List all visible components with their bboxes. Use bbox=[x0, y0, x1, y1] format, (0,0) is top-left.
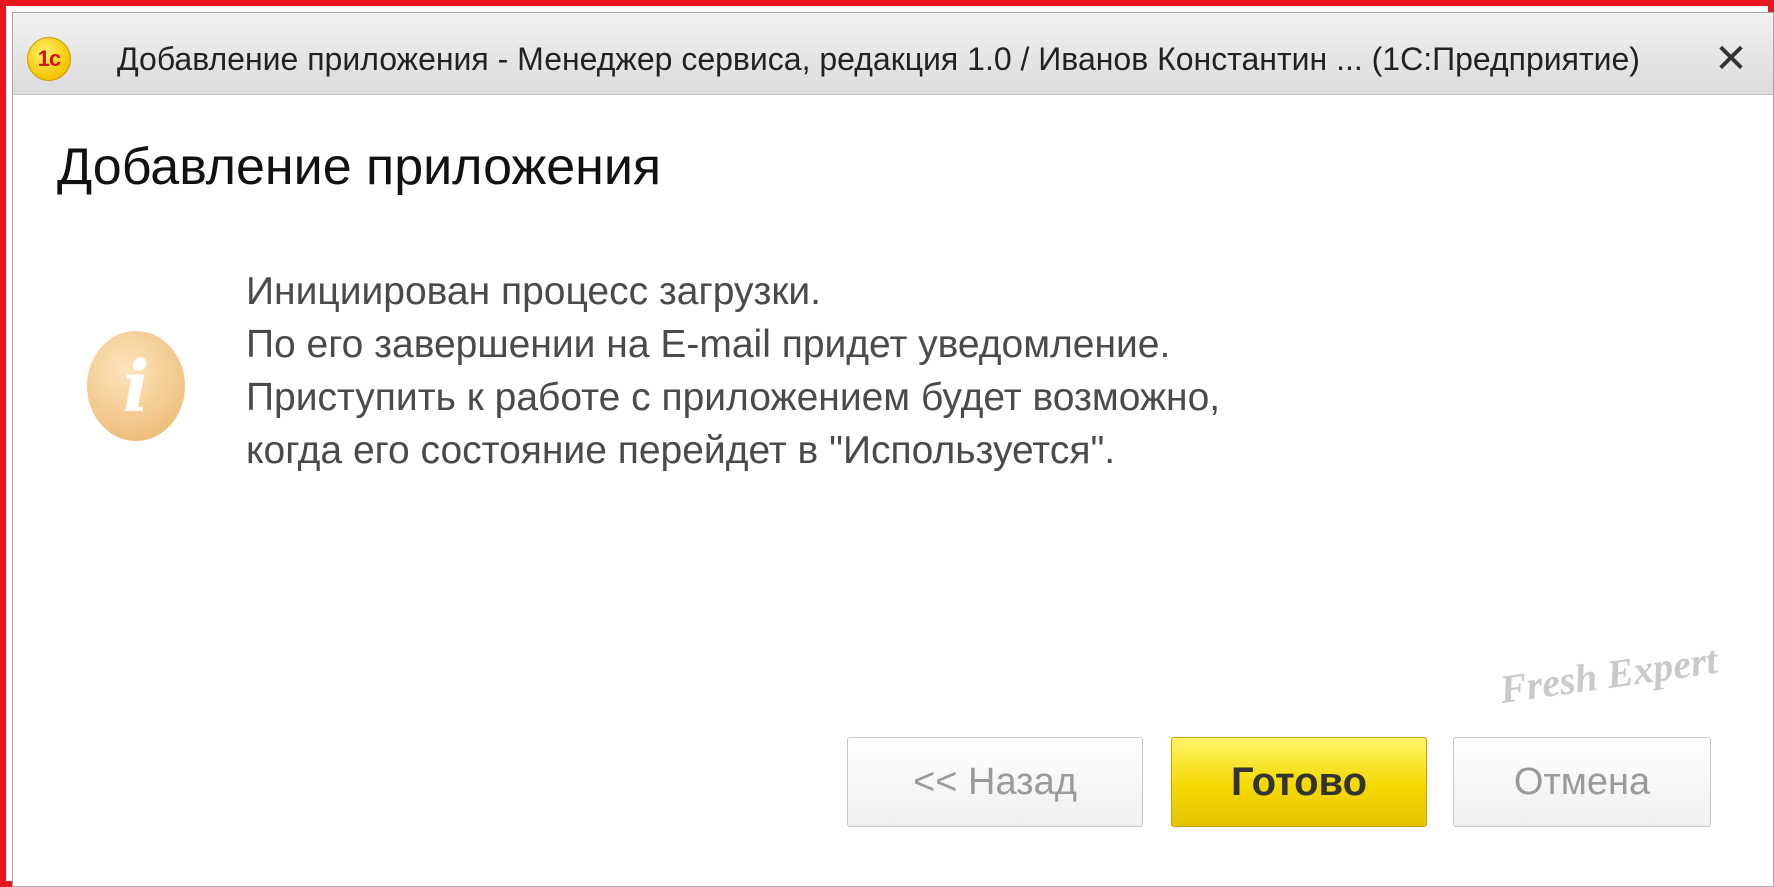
dialog-window: 1с Добавление приложения - Менеджер серв… bbox=[12, 12, 1774, 887]
watermark: Fresh Expert bbox=[1496, 636, 1721, 713]
info-message: Инициирован процесс загрузки. По его зав… bbox=[246, 265, 1220, 477]
back-button[interactable]: << Назад bbox=[847, 737, 1143, 827]
page-title: Добавление приложения bbox=[57, 138, 662, 196]
info-icon: i bbox=[87, 331, 185, 441]
message-line: По его завершении на E-mail придет уведо… bbox=[246, 323, 1171, 366]
done-button[interactable]: Готово bbox=[1171, 737, 1427, 827]
message-line: Инициирован процесс загрузки. bbox=[246, 270, 822, 313]
close-icon[interactable]: ✕ bbox=[1707, 35, 1755, 83]
screenshot-frame: 1с Добавление приложения - Менеджер серв… bbox=[0, 0, 1774, 887]
window-title: Добавление приложения - Менеджер сервиса… bbox=[117, 41, 1640, 77]
message-line: когда его состояние перейдет в "Использу… bbox=[246, 429, 1116, 472]
1c-logo-icon: 1с bbox=[27, 37, 71, 81]
title-bar: 1с Добавление приложения - Менеджер серв… bbox=[13, 13, 1773, 95]
cancel-button[interactable]: Отмена bbox=[1453, 737, 1711, 827]
message-line: Приступить к работе с приложением будет … bbox=[246, 376, 1221, 419]
